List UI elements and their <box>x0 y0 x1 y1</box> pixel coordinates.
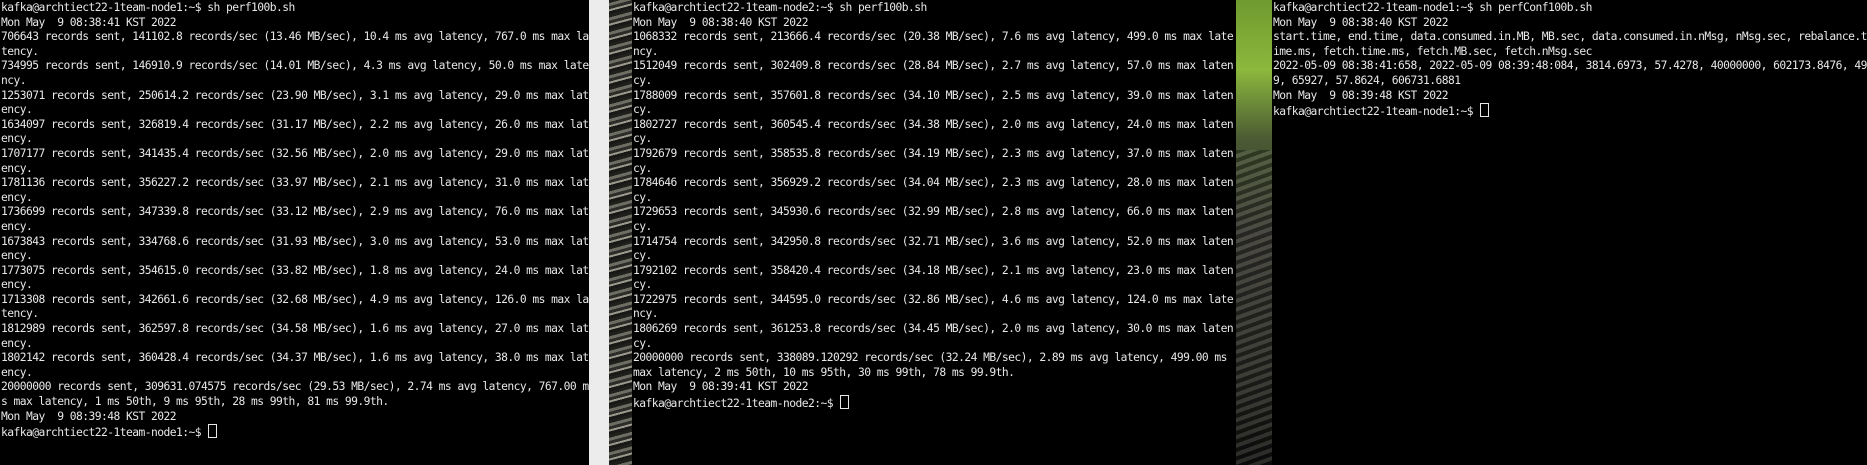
output-line: 1792102 records sent, 358420.4 records/s… <box>633 263 1234 277</box>
output-line: ency. <box>1 365 33 379</box>
output-line: 734995 records sent, 146910.9 records/se… <box>1 59 589 73</box>
command-line: kafka@archtiect22-1team-node2:~$ sh perf… <box>633 1 927 14</box>
output-line: ncy. <box>633 44 659 58</box>
terminal-window-node1[interactable]: kafka@archtiect22-1team-node1:~$ sh perf… <box>0 0 589 465</box>
wallpaper-strip <box>609 0 632 465</box>
output-line: ency. <box>1 132 33 146</box>
output-line: cy. <box>633 190 652 204</box>
output-line: 20000000 records sent, 338089.120292 rec… <box>633 351 1227 365</box>
text-cursor <box>1480 103 1490 118</box>
output-line: 1736699 records sent, 347339.8 records/s… <box>1 205 589 219</box>
output-line: Mon May 9 08:38:40 KST 2022 <box>633 15 809 29</box>
output-line: 1792679 records sent, 358535.8 records/s… <box>633 146 1234 160</box>
output-line: cy. <box>633 73 652 87</box>
prompt-text: kafka@archtiect22-1team-node1:~$ <box>1 426 208 440</box>
prompt-text: kafka@archtiect22-1team-node2:~$ <box>633 397 840 411</box>
output-line: ency. <box>1 249 33 263</box>
output-line: cy. <box>633 249 652 263</box>
wallpaper-strip <box>1236 0 1272 465</box>
output-line: 706643 records sent, 141102.8 records/se… <box>1 30 589 44</box>
output-line: cy. <box>633 132 652 146</box>
output-line: Mon May 9 08:39:48 KST 2022 <box>1273 88 1449 102</box>
window-gap <box>589 0 609 465</box>
output-line: ency. <box>1 103 33 117</box>
output-line: tency. <box>1 307 39 321</box>
output-line: 1714754 records sent, 342950.8 records/s… <box>633 234 1234 248</box>
output-line: ency. <box>1 161 33 175</box>
output-line: ime.ms, fetch.time.ms, fetch.MB.sec, fet… <box>1273 44 1592 58</box>
output-line: cy. <box>633 219 652 233</box>
output-line: 20000000 records sent, 309631.074575 rec… <box>1 380 589 394</box>
output-line: cy. <box>633 278 652 292</box>
output-line: cy. <box>633 336 652 350</box>
prompt-text: kafka@archtiect22-1team-node1:~$ <box>1273 105 1480 119</box>
shell-prompt[interactable]: kafka@archtiect22-1team-node2:~$ <box>633 395 1236 412</box>
output-line: max latency, 2 ms 50th, 10 ms 95th, 30 m… <box>633 365 1015 379</box>
output-line: Mon May 9 08:38:41 KST 2022 <box>1 15 177 29</box>
terminal-window-node2[interactable]: kafka@archtiect22-1team-node2:~$ sh perf… <box>632 0 1236 465</box>
terminal-output: kafka@archtiect22-1team-node1:~$ sh perf… <box>1272 0 1867 120</box>
output-line: 1253071 records sent, 250614.2 records/s… <box>1 88 589 102</box>
output-line: Mon May 9 08:38:40 KST 2022 <box>1273 15 1449 29</box>
terminal-output: kafka@archtiect22-1team-node2:~$ sh perf… <box>632 0 1236 412</box>
output-line: 1634097 records sent, 326819.4 records/s… <box>1 117 589 131</box>
terminal-window-node1-consumer[interactable]: kafka@archtiect22-1team-node1:~$ sh perf… <box>1272 0 1867 465</box>
output-line: s max latency, 1 ms 50th, 9 ms 95th, 28 … <box>1 395 389 409</box>
output-line: 1781136 records sent, 356227.2 records/s… <box>1 176 589 190</box>
shell-prompt[interactable]: kafka@archtiect22-1team-node1:~$ <box>1273 103 1867 120</box>
output-line: start.time, end.time, data.consumed.in.M… <box>1273 30 1867 44</box>
output-line: 1713308 records sent, 342661.6 records/s… <box>1 292 589 306</box>
text-cursor <box>208 424 218 439</box>
output-line: 9, 65927, 57.8624, 606731.6881 <box>1273 73 1461 87</box>
output-line: 1806269 records sent, 361253.8 records/s… <box>633 322 1234 336</box>
output-line: cy. <box>633 161 652 175</box>
output-line: 1068332 records sent, 213666.4 records/s… <box>633 30 1234 44</box>
output-line: ncy. <box>1 73 27 87</box>
output-line: Mon May 9 08:39:48 KST 2022 <box>1 409 177 423</box>
output-line: Mon May 9 08:39:41 KST 2022 <box>633 380 809 394</box>
output-line: 1784646 records sent, 356929.2 records/s… <box>633 176 1234 190</box>
output-line: 1729653 records sent, 345930.6 records/s… <box>633 205 1234 219</box>
text-cursor <box>840 395 850 410</box>
output-line: ency. <box>1 190 33 204</box>
output-line: 1512049 records sent, 302409.8 records/s… <box>633 59 1234 73</box>
output-line: cy. <box>633 103 652 117</box>
output-line: 1773075 records sent, 354615.0 records/s… <box>1 263 589 277</box>
desktop: kafka@archtiect22-1team-node1:~$ sh perf… <box>0 0 1867 465</box>
output-line: tency. <box>1 44 39 58</box>
terminal-output: kafka@archtiect22-1team-node1:~$ sh perf… <box>0 0 589 441</box>
command-line: kafka@archtiect22-1team-node1:~$ sh perf… <box>1 1 295 14</box>
command-line: kafka@archtiect22-1team-node1:~$ sh perf… <box>1273 1 1592 14</box>
output-line: ency. <box>1 278 33 292</box>
output-line: 1812989 records sent, 362597.8 records/s… <box>1 322 589 336</box>
output-line: 1802142 records sent, 360428.4 records/s… <box>1 351 589 365</box>
output-line: ncy. <box>633 307 659 321</box>
output-line: 1707177 records sent, 341435.4 records/s… <box>1 146 589 160</box>
output-line: 1722975 records sent, 344595.0 records/s… <box>633 292 1234 306</box>
output-line: 1802727 records sent, 360545.4 records/s… <box>633 117 1234 131</box>
output-line: 1673843 records sent, 334768.6 records/s… <box>1 234 589 248</box>
output-line: ency. <box>1 336 33 350</box>
output-line: 1788009 records sent, 357601.8 records/s… <box>633 88 1234 102</box>
shell-prompt[interactable]: kafka@archtiect22-1team-node1:~$ <box>1 424 589 441</box>
output-line: ency. <box>1 219 33 233</box>
output-line: 2022-05-09 08:38:41:658, 2022-05-09 08:3… <box>1273 59 1867 73</box>
